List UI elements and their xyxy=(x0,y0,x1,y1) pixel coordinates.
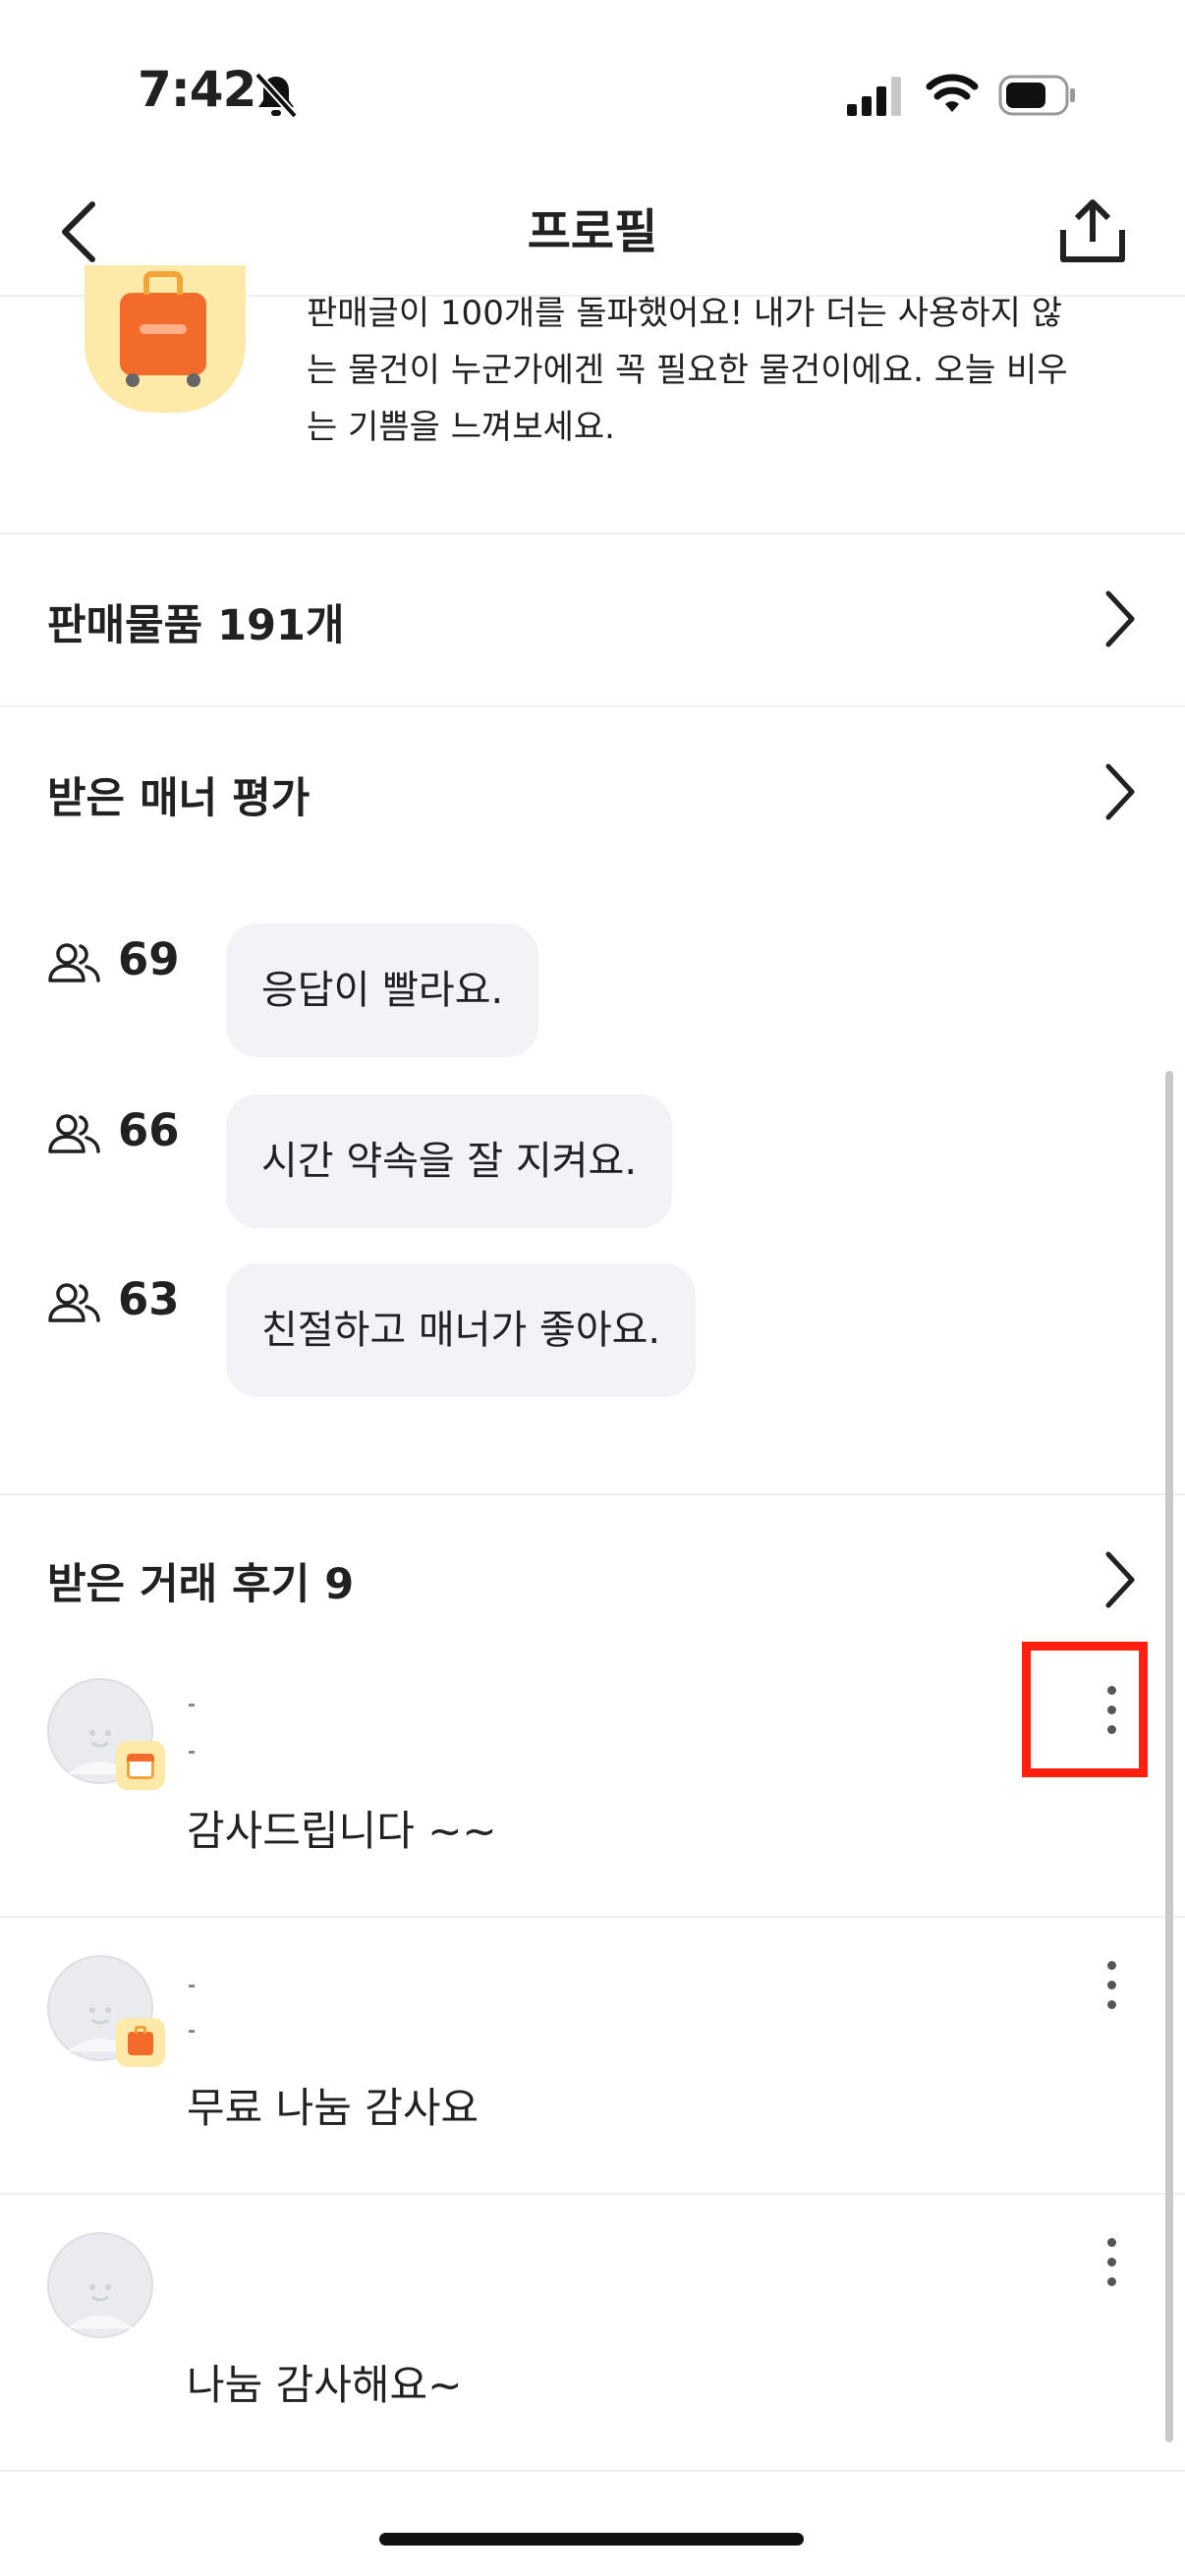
manner-reviews-label: 받은 매너 평가 xyxy=(47,774,310,823)
review-item: 나눔 감사해요~ xyxy=(0,2224,1185,2470)
chevron-right-icon xyxy=(1105,1551,1135,1608)
items-for-sale-row[interactable]: 판매물품 191개 xyxy=(0,532,1185,705)
manner-count: 69 xyxy=(118,933,180,985)
divider xyxy=(0,2470,1185,2472)
people-icon xyxy=(48,1114,100,1153)
manner-count: 63 xyxy=(118,1273,180,1325)
review-text: 무료 나눔 감사요 xyxy=(187,2084,480,2132)
manner-count: 66 xyxy=(118,1104,180,1156)
badge-description: 판매글이 100개를 돌파했어요! 내가 더는 사용하지 않는 물건이 누군가에… xyxy=(307,294,1068,447)
page-title: 프로필 xyxy=(527,204,658,259)
battery-icon xyxy=(998,75,1075,116)
chevron-right-icon xyxy=(1105,590,1135,647)
review-text: 감사드립니다 ~~ xyxy=(187,1807,497,1855)
trade-reviews-label: 받은 거래 후기 9 xyxy=(47,1560,355,1609)
share-button[interactable] xyxy=(1057,196,1128,267)
avatar[interactable] xyxy=(47,2232,153,2338)
more-options-button[interactable] xyxy=(1102,1682,1122,1741)
trade-reviews-row[interactable]: 받은 거래 후기 9 xyxy=(0,1495,1185,1662)
people-icon xyxy=(48,943,100,982)
manner-text: 응답이 빨라요. xyxy=(226,924,539,1057)
review-item: 감사드립니다 ~~ xyxy=(0,1670,1185,1916)
suitcase-badge-icon xyxy=(116,2018,165,2067)
items-for-sale-label: 판매물품 191개 xyxy=(47,601,345,650)
wifi-icon xyxy=(926,74,979,112)
cellular-signal-icon xyxy=(847,77,901,116)
scrollbar[interactable] xyxy=(1165,1071,1173,2442)
review-text: 나눔 감사해요~ xyxy=(187,2361,463,2409)
divider xyxy=(0,1916,1185,1918)
more-options-button[interactable] xyxy=(1102,1957,1122,2016)
more-options-button[interactable] xyxy=(1102,2234,1122,2293)
manner-text: 친절하고 매너가 좋아요. xyxy=(226,1263,697,1397)
chevron-right-icon xyxy=(1105,763,1135,820)
divider xyxy=(0,2193,1185,2195)
calendar-badge-icon xyxy=(116,1741,165,1790)
suitcase-badge-icon xyxy=(85,265,246,413)
manner-reviews-row[interactable]: 받은 매너 평가 xyxy=(0,707,1185,874)
bell-slash-icon xyxy=(254,72,298,119)
highlight-box xyxy=(1022,1642,1148,1777)
status-time: 7:42 xyxy=(138,61,256,118)
people-icon xyxy=(48,1283,100,1322)
review-item: 무료 나눔 감사요 xyxy=(0,1947,1185,2193)
home-indicator[interactable] xyxy=(379,2533,804,2546)
manner-text: 시간 약속을 잘 지켜요. xyxy=(226,1094,673,1228)
